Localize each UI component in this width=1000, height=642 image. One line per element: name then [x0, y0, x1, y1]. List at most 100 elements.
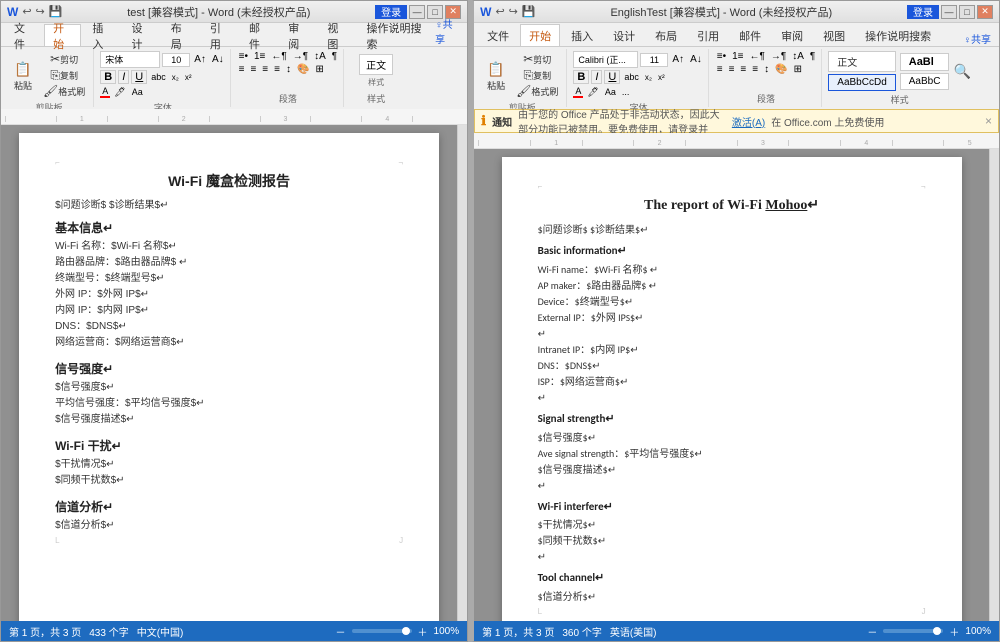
left-numbering-btn[interactable]: 1≡ [252, 51, 267, 62]
right-undo-icon[interactable]: ↩ [495, 5, 504, 18]
left-italic-btn[interactable]: I [118, 70, 129, 84]
left-font-selector[interactable]: 宋体 [100, 51, 160, 68]
right-align-left-btn[interactable]: ≡ [715, 64, 725, 75]
left-tab-home[interactable]: 开始 [44, 24, 81, 46]
right-italic-btn[interactable]: I [591, 70, 602, 84]
right-justify-btn[interactable]: ≡ [750, 64, 760, 75]
right-login-btn[interactable]: 登录 [907, 5, 939, 19]
left-indent-inc-btn[interactable]: →¶ [291, 51, 310, 62]
right-bold-btn[interactable]: B [573, 70, 589, 84]
right-tab-layout[interactable]: 布局 [646, 24, 686, 46]
left-zoom-slider[interactable] [352, 629, 412, 633]
right-grow-font-btn[interactable]: A↑ [670, 54, 686, 65]
left-paste-btn[interactable]: 粘贴 [9, 51, 37, 99]
left-strikethrough-btn[interactable]: abc [149, 72, 168, 82]
right-tab-search[interactable]: 操作说明搜索 [856, 24, 940, 46]
right-copy-btn[interactable]: 复制 [512, 68, 562, 82]
left-align-center-btn[interactable]: ≡ [248, 64, 258, 75]
right-tab-file[interactable]: 文件 [478, 24, 518, 46]
right-redo-icon[interactable]: ↪ [509, 5, 518, 18]
right-tab-mail[interactable]: 邮件 [730, 24, 770, 46]
left-tab-view[interactable]: 视图 [318, 24, 355, 46]
right-align-center-btn[interactable]: ≡ [727, 64, 737, 75]
right-indent-inc-btn[interactable]: →¶ [769, 51, 788, 62]
left-tab-ref[interactable]: 引用 [201, 24, 238, 46]
left-clear-format-btn[interactable]: Aa [130, 87, 145, 97]
left-minimize-btn[interactable]: — [409, 5, 425, 19]
right-share-btn[interactable]: ♀共享 [964, 31, 992, 46]
right-paste-btn[interactable]: 粘贴 [482, 51, 510, 99]
right-close-btn[interactable]: ✕ [977, 5, 993, 19]
right-cut-btn[interactable]: 剪切 [512, 52, 562, 66]
left-shrink-font-btn[interactable]: A↓ [210, 54, 226, 65]
left-textcolor-btn[interactable]: A [100, 86, 110, 98]
right-textcolor-btn[interactable]: A [573, 86, 583, 98]
right-font-selector[interactable]: Calibri (正... [573, 51, 638, 68]
right-bullets-btn[interactable]: ≡• [715, 51, 728, 62]
left-format-btn[interactable]: 格式刷 [39, 84, 89, 98]
right-showmarks-btn[interactable]: ¶ [808, 51, 817, 62]
left-justify-btn[interactable]: ≡ [272, 64, 282, 75]
left-shading-btn[interactable]: 🎨 [295, 64, 311, 75]
right-subscript-btn[interactable]: x₂ [643, 73, 654, 82]
right-tab-view[interactable]: 视图 [814, 24, 854, 46]
left-indent-dec-btn[interactable]: ←¶ [269, 51, 288, 62]
right-tab-design[interactable]: 设计 [604, 24, 644, 46]
right-heading1-style[interactable]: AaBbCcDd [828, 74, 895, 91]
undo-nav-icon[interactable]: ↩ [22, 5, 31, 18]
right-shrink-font-btn[interactable]: A↓ [688, 54, 704, 65]
right-numbering-btn[interactable]: 1≡ [730, 51, 745, 62]
notification-link1[interactable]: 激活(A) [732, 114, 765, 129]
left-tab-layout[interactable]: 布局 [162, 24, 199, 46]
right-underline-btn[interactable]: U [604, 70, 620, 84]
right-heading2-style[interactable]: AaBbC [900, 73, 950, 90]
left-doc-page[interactable]: ⌐ ¬ Wi-Fi 魔盒检测报告 $问题诊断$ $诊断结果$↵ 基本信息↵ Wi… [19, 133, 439, 621]
right-indent-dec-btn[interactable]: ←¶ [747, 51, 766, 62]
right-zoom-minus[interactable]: － [867, 624, 877, 639]
save-nav-icon[interactable]: 💾 [49, 5, 63, 18]
left-tab-review[interactable]: 审阅 [279, 24, 316, 46]
right-highlight-btn[interactable]: 🖊 [585, 87, 600, 98]
right-linespace-btn[interactable]: ↕ [762, 64, 771, 75]
left-copy-btn[interactable]: 复制 [39, 68, 89, 82]
right-tab-insert[interactable]: 插入 [562, 24, 602, 46]
left-fontsize-selector[interactable]: 10 [162, 53, 190, 67]
left-zoom-plus[interactable]: ＋ [418, 624, 428, 639]
left-grow-font-btn[interactable]: A↑ [192, 54, 208, 65]
right-minimize-btn[interactable]: — [941, 5, 957, 19]
left-tab-insert[interactable]: 插入 [83, 24, 120, 46]
right-fontsize-selector[interactable]: 11 [640, 53, 668, 67]
left-subscript-btn[interactable]: x₂ [170, 73, 181, 82]
left-tab-search[interactable]: 操作说明搜索 [358, 24, 434, 46]
right-align-right-btn[interactable]: ≡ [738, 64, 748, 75]
left-showmarks-btn[interactable]: ¶ [330, 51, 339, 62]
redo-nav-icon[interactable]: ↪ [36, 5, 45, 18]
left-zoom-minus[interactable]: － [336, 624, 346, 639]
right-tab-review[interactable]: 审阅 [772, 24, 812, 46]
left-underline-btn[interactable]: U [131, 70, 147, 84]
left-tab-file[interactable]: 文件 [5, 24, 42, 46]
left-cut-btn[interactable]: 剪切 [39, 52, 89, 66]
right-border-btn[interactable]: ⊞ [792, 64, 804, 75]
right-normal-style[interactable]: 正文 [828, 51, 895, 72]
left-align-left-btn[interactable]: ≡ [237, 64, 247, 75]
right-strikethrough-btn[interactable]: abc [622, 72, 641, 82]
right-superscript-btn[interactable]: x² [656, 73, 667, 82]
right-style-search-btn[interactable]: 🔍 [953, 63, 970, 80]
left-align-right-btn[interactable]: ≡ [260, 64, 270, 75]
left-highlight-btn[interactable]: 🖊 [112, 87, 127, 98]
right-maximize-btn[interactable]: □ [959, 5, 975, 19]
left-share-btn[interactable]: ♀共享 [435, 16, 459, 46]
right-extra-btn[interactable]: ... [620, 87, 632, 97]
right-sort-btn[interactable]: ↕A [790, 51, 806, 62]
left-border-btn[interactable]: ⊞ [313, 64, 325, 75]
left-tab-mail[interactable]: 邮件 [240, 24, 277, 46]
right-scrollbar[interactable] [989, 149, 999, 621]
left-normal-style[interactable]: 正文 [359, 54, 393, 75]
left-tab-design[interactable]: 设计 [123, 24, 160, 46]
left-bold-btn[interactable]: B [100, 70, 116, 84]
right-format-btn[interactable]: 格式刷 [512, 84, 562, 98]
right-zoom-plus[interactable]: ＋ [949, 624, 959, 639]
notification-close-btn[interactable]: × [985, 114, 992, 128]
right-doc-page[interactable]: ⌐ ¬ The report of Wi-Fi Mohoo↵ $问题诊断$ $诊… [502, 157, 962, 621]
